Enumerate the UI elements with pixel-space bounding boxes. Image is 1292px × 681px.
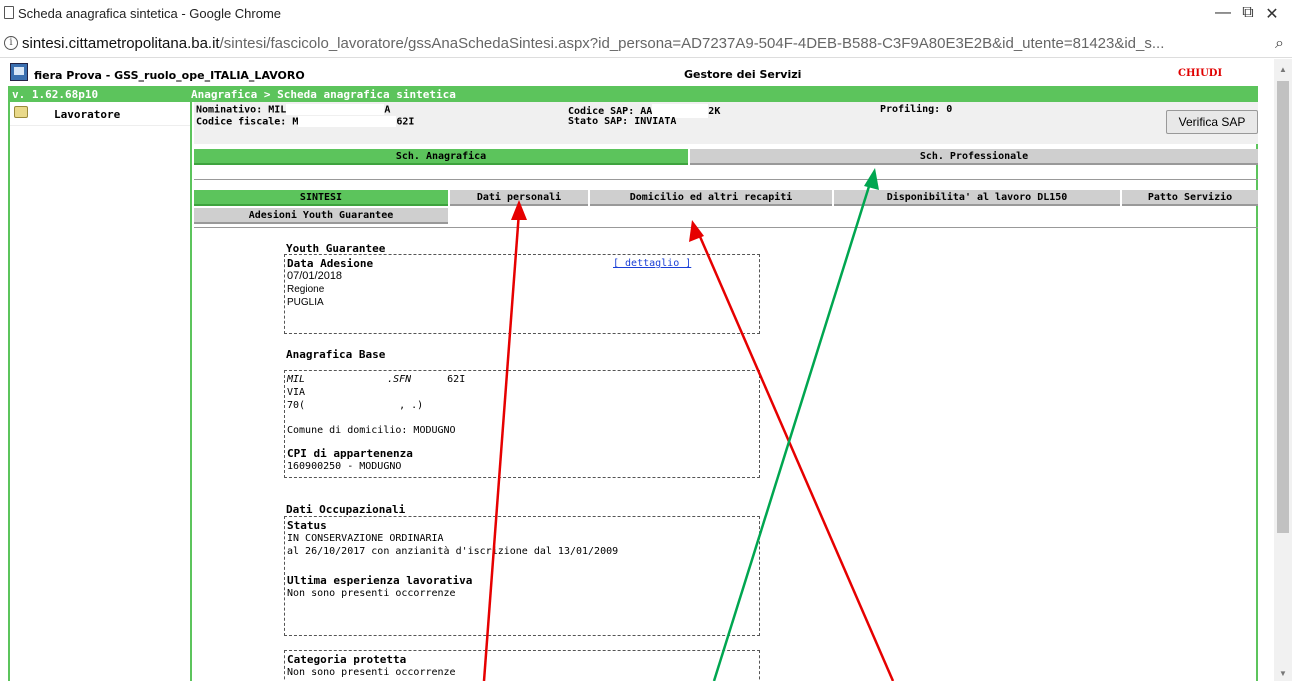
youth-box: Data Adesione 07/01/2018 [ dettaglio ] R…	[284, 254, 760, 334]
tab-sch-anagrafica[interactable]: Sch. Anagrafica	[194, 149, 688, 165]
regione-value: PUGLIA	[287, 297, 324, 308]
breadcrumb: Anagrafica > Scheda anagrafica sintetica	[191, 88, 456, 101]
url-host: sintesi.cittametropolitana.ba.it	[22, 35, 220, 52]
anagrafica-box: MIL .SFN 62I VIA 70(, .) Comune di domicil…	[284, 370, 760, 478]
data-adesione-value: 07/01/2018	[287, 270, 343, 282]
minimize-button[interactable]: —	[1213, 4, 1233, 22]
cpi-label: CPI di appartenenza	[287, 447, 413, 460]
status-detail: al 26/10/2017 con anzianità d'iscrizione…	[287, 546, 619, 557]
status-label: Status	[287, 519, 327, 532]
tab-adesioni-youth[interactable]: Adesioni Youth Guarantee	[194, 208, 448, 224]
app-logo-icon	[10, 63, 28, 81]
worker-icon	[14, 106, 28, 118]
esperienza-value: Non sono presenti occorrenze	[287, 588, 456, 599]
url-text[interactable]: sintesi.cittametropolitana.ba.it/sintesi…	[22, 35, 1262, 52]
left-panel: Lavoratore	[10, 102, 192, 681]
document-icon	[4, 6, 14, 19]
codice-fiscale: Codice fiscale: M 62I	[196, 116, 415, 128]
verifica-sap-button[interactable]: Verifica SAP	[1166, 110, 1258, 134]
tab-dati-personali[interactable]: Dati personali	[450, 190, 588, 206]
protetta-box: Categoria protetta Non sono presenti occ…	[284, 650, 760, 681]
window-titlebar: Scheda anagrafica sintetica - Google Chr…	[0, 0, 1292, 30]
tab-disponibilita[interactable]: Disponibilita' al lavoro DL150	[834, 190, 1120, 206]
status-value: IN CONSERVAZIONE ORDINARIA	[287, 533, 444, 544]
tab-sintesi[interactable]: SINTESI	[194, 190, 448, 206]
sidebar-item-label: Lavoratore	[54, 108, 121, 121]
scroll-down-icon[interactable]: ▼	[1274, 669, 1292, 678]
protetta-label: Categoria protetta	[287, 653, 407, 666]
esperienza-label: Ultima esperienza lavorativa	[287, 574, 473, 587]
occupazionali-box: Status IN CONSERVAZIONE ORDINARIA al 26/…	[284, 516, 760, 636]
sidebar-item-lavoratore[interactable]: Lavoratore	[10, 102, 190, 126]
stato-sap: Stato SAP: INVIATA	[568, 116, 677, 127]
nominativo: Nominativo: MIL A	[196, 104, 391, 116]
version-label: v. 1.62.68p10	[12, 88, 99, 101]
zoom-icon[interactable]: ⌕	[1275, 35, 1284, 53]
version-bar: v. 1.62.68p10 Anagrafica > Scheda anagra…	[8, 86, 1258, 102]
info-icon[interactable]: i	[4, 36, 18, 50]
chiudi-link[interactable]: CHIUDI	[1178, 68, 1222, 79]
tab-patto-servizio[interactable]: Patto Servizio	[1122, 190, 1258, 206]
restore-button[interactable]: ⧉	[1238, 4, 1258, 22]
cpi-value: 160900250 - MODUGNO	[287, 461, 402, 472]
service-title: Gestore dei Servizi	[684, 68, 802, 81]
address-bar[interactable]: i sintesi.cittametropolitana.ba.it/sinte…	[0, 30, 1292, 58]
anagrafica-line-2: VIA	[287, 386, 757, 399]
regione-label: Regione	[287, 284, 325, 295]
anagrafica-line-1: MIL .SFN 62I	[287, 373, 466, 385]
anagrafica-line-3: 70(, .)	[287, 399, 424, 411]
page-viewport: fiera Prova - GSS_ruolo_ope_ITALIA_LAVOR…	[0, 59, 1274, 681]
app-header: fiera Prova - GSS_ruolo_ope_ITALIA_LAVOR…	[8, 61, 1258, 85]
protetta-value: Non sono presenti occorrenze	[287, 667, 456, 678]
scroll-up-icon[interactable]: ▲	[1274, 65, 1292, 74]
tab-sch-professionale[interactable]: Sch. Professionale	[690, 149, 1258, 165]
profiling: Profiling: 0	[880, 104, 953, 115]
page-scrollbar[interactable]: ▲ ▼	[1274, 59, 1292, 681]
divider	[194, 227, 1258, 228]
worker-info: Nominativo: MIL A Codice fiscale: M 62I Co…	[194, 102, 1258, 144]
url-path: /sintesi/fascicolo_lavoratore/gssAnaSche…	[219, 35, 1165, 52]
comune-domicilio: Comune di domicilio: MODUGNO	[287, 425, 456, 436]
tab-domicilio[interactable]: Domicilio ed altri recapiti	[590, 190, 832, 206]
dettaglio-link[interactable]: [ dettaglio ]	[613, 257, 691, 270]
occupazionali-title: Dati Occupazionali	[286, 503, 406, 516]
app-name: fiera Prova - GSS_ruolo_ope_ITALIA_LAVOR…	[34, 69, 305, 82]
window-title: Scheda anagrafica sintetica - Google Chr…	[18, 6, 282, 21]
scroll-thumb[interactable]	[1277, 81, 1289, 533]
anagrafica-title: Anagrafica Base	[286, 348, 386, 361]
divider	[194, 179, 1258, 180]
close-window-button[interactable]: ✕	[1262, 4, 1282, 24]
main-frame: Lavoratore Nominativo: MIL A Codice fisca…	[8, 102, 1258, 681]
